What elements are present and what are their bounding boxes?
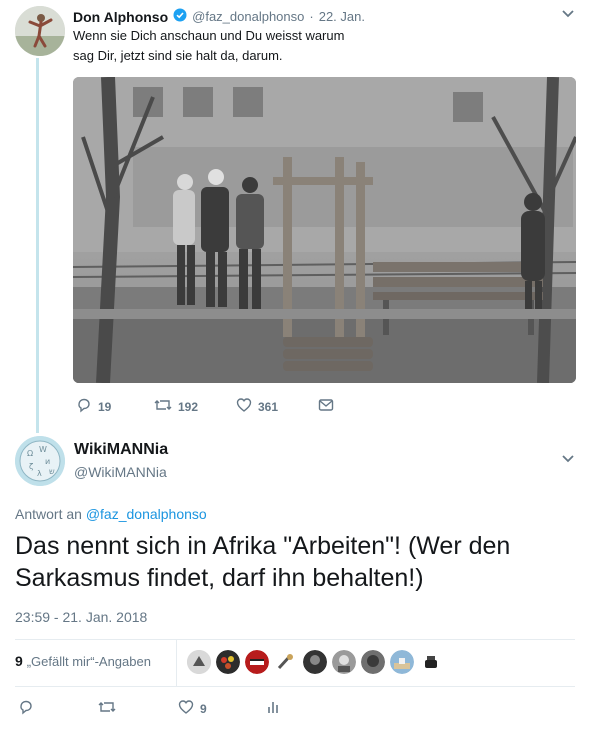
like-count: 9 bbox=[200, 701, 207, 716]
liker-avatar[interactable] bbox=[274, 650, 298, 674]
like-icon bbox=[178, 699, 194, 718]
tweet-text-line: Sarkasmus findet, darf ihn behalten!) bbox=[15, 564, 424, 592]
divider bbox=[176, 640, 177, 686]
tweet-photo[interactable] bbox=[73, 77, 576, 383]
analytics-button[interactable] bbox=[266, 699, 280, 718]
divider bbox=[15, 686, 575, 687]
message-icon bbox=[318, 398, 334, 415]
reply-icon bbox=[18, 699, 34, 718]
reply-count: 19 bbox=[98, 399, 112, 414]
liker-avatar[interactable] bbox=[361, 650, 385, 674]
likers-avatars bbox=[187, 650, 448, 674]
tweet-text-line: Das nennt sich in Afrika "Arbeiten"! (We… bbox=[15, 532, 511, 560]
retweet-icon bbox=[98, 699, 116, 718]
reply-context: Antwort an @faz_donalphonso bbox=[15, 506, 207, 522]
retweet-button[interactable]: 192 bbox=[154, 397, 236, 416]
liker-avatar[interactable] bbox=[332, 650, 356, 674]
tweet-timestamp[interactable]: 23:59 - 21. Jan. 2018 bbox=[15, 609, 147, 625]
handle[interactable]: @WikiMANNia bbox=[74, 464, 168, 480]
message-button[interactable] bbox=[318, 397, 334, 416]
avatar-don-alphonso[interactable] bbox=[15, 6, 65, 56]
reply-icon bbox=[76, 397, 92, 416]
likes-count: 9 bbox=[15, 653, 23, 669]
svg-text:λ: λ bbox=[37, 469, 42, 478]
liker-avatar[interactable] bbox=[303, 650, 327, 674]
reply-button[interactable] bbox=[18, 699, 98, 718]
svg-text:ש: ש bbox=[49, 467, 55, 476]
liker-avatar[interactable] bbox=[245, 650, 269, 674]
like-icon bbox=[236, 397, 252, 416]
reply-button[interactable]: 19 bbox=[76, 397, 154, 416]
retweet-button[interactable] bbox=[98, 699, 178, 718]
tweet-text-line: Wenn sie Dich anschaun und Du weisst war… bbox=[73, 28, 345, 43]
svg-text:Ω: Ω bbox=[27, 449, 33, 458]
avatar-wikimannia[interactable]: ΩWи ζλש bbox=[15, 436, 65, 486]
separator: · bbox=[309, 9, 314, 24]
liker-avatar[interactable] bbox=[419, 650, 443, 674]
liker-avatar[interactable] bbox=[390, 650, 414, 674]
svg-text:ζ: ζ bbox=[29, 462, 33, 471]
svg-text:W: W bbox=[39, 445, 47, 454]
thread-connector-line bbox=[36, 58, 39, 433]
retweet-icon bbox=[154, 397, 172, 416]
quoted-tweet-actions: 19 192 361 bbox=[76, 397, 334, 416]
reply-to-link[interactable]: @faz_donalphonso bbox=[86, 506, 207, 522]
liker-avatar[interactable] bbox=[187, 650, 211, 674]
main-tweet-text: Das nennt sich in Afrika "Arbeiten"! (We… bbox=[15, 530, 580, 594]
like-button[interactable]: 361 bbox=[236, 397, 318, 416]
quoted-tweet-header: Don Alphonso @faz_donalphonso · 22. Jan. bbox=[73, 8, 365, 25]
display-name[interactable]: WikiMANNia bbox=[74, 441, 168, 459]
like-count: 361 bbox=[258, 399, 279, 414]
like-button[interactable]: 9 bbox=[178, 699, 266, 718]
chevron-down-icon[interactable] bbox=[561, 453, 575, 467]
display-name[interactable]: Don Alphonso bbox=[73, 9, 168, 25]
main-tweet-header: WikiMANNia @WikiMANNia bbox=[74, 441, 168, 480]
tweet-text-line: sag Dir, jetzt sind sie halt da, darum. bbox=[73, 48, 283, 63]
likes-label: „Gefällt mir“-Angaben bbox=[26, 654, 151, 669]
reply-prefix: Antwort an bbox=[15, 506, 82, 522]
handle[interactable]: @faz_donalphonso bbox=[192, 9, 304, 24]
retweet-count: 192 bbox=[178, 399, 199, 414]
divider bbox=[15, 639, 575, 640]
chevron-down-icon[interactable] bbox=[561, 8, 575, 22]
svg-text:и: и bbox=[45, 457, 50, 466]
liker-avatar[interactable] bbox=[216, 650, 240, 674]
quoted-tweet-text: Wenn sie Dich anschaun und Du weisst war… bbox=[73, 26, 553, 66]
tweet-date[interactable]: 22. Jan. bbox=[319, 9, 365, 24]
likes-summary[interactable]: 9 „Gefällt mir“-Angaben bbox=[15, 653, 151, 669]
analytics-icon bbox=[266, 699, 280, 718]
verified-icon bbox=[173, 8, 187, 25]
main-tweet-actions: 9 bbox=[18, 699, 280, 718]
